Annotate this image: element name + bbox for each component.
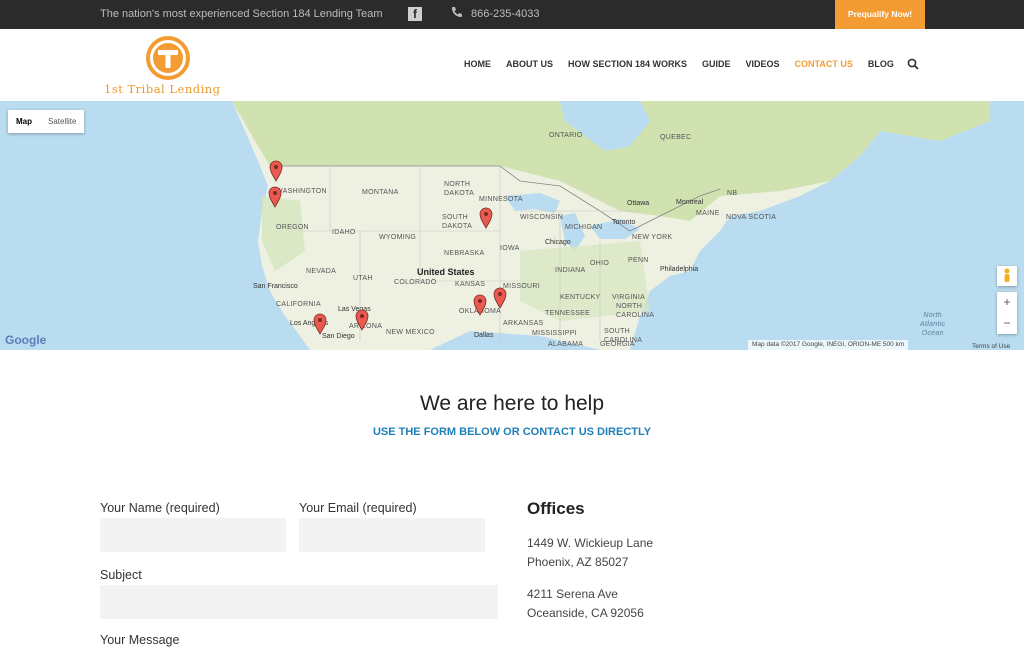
map-type-toggle: Map Satellite — [8, 110, 85, 133]
tagline: The nation's most experienced Section 18… — [100, 8, 383, 20]
offices-title: Offices — [527, 499, 585, 518]
email-field[interactable] — [299, 518, 485, 552]
map-label: CALIFORNIA — [276, 301, 322, 308]
street-view-pegman-icon[interactable] — [997, 266, 1017, 286]
map-label: PENN — [628, 257, 649, 264]
map-label: Dallas — [474, 332, 494, 339]
map-label: MINNESOTA — [479, 196, 523, 203]
search-icon[interactable] — [907, 58, 919, 70]
name-field[interactable] — [100, 518, 286, 552]
email-label: Your Email (required) — [299, 501, 417, 515]
map-label: SOUTH DAKOTA — [442, 214, 473, 230]
office-address: 4211 Serena Ave Oceanside, CA 92056 — [527, 585, 644, 623]
map-label: NEVADA — [306, 268, 337, 275]
office-line2: Phoenix, AZ 85027 — [527, 555, 629, 569]
message-label: Your Message — [100, 633, 180, 647]
nav-guide[interactable]: GUIDE — [702, 59, 731, 73]
map-pin-icon[interactable] — [269, 160, 283, 182]
zoom-out-button[interactable]: − — [997, 313, 1017, 334]
facebook-icon[interactable]: f — [408, 7, 422, 21]
map-label: Toronto — [612, 219, 636, 226]
subject-field[interactable] — [100, 585, 498, 619]
map-label: ARKANSAS — [503, 320, 544, 327]
map-label: NOVA SCOTIA — [726, 214, 777, 221]
map-label: GEORGIA — [600, 341, 635, 348]
map-label: Montreal — [676, 199, 704, 206]
map-label: MONTANA — [362, 189, 399, 196]
subject-label: Subject — [100, 568, 142, 582]
map-label: Chicago — [545, 239, 571, 246]
nav-blog[interactable]: BLOG — [868, 59, 894, 73]
page-subtitle: USE THE FORM BELOW OR CONTACT US DIRECTL… — [372, 426, 652, 438]
map-pin-icon[interactable] — [313, 313, 327, 335]
google-logo[interactable]: Google — [5, 333, 46, 347]
map-label: KENTUCKY — [560, 294, 601, 301]
map-label: NEBRASKA — [444, 250, 485, 257]
map-type-satellite[interactable]: Satellite — [40, 110, 84, 133]
zoom-controls: + − — [997, 292, 1017, 334]
map-label: WYOMING — [379, 234, 417, 241]
map-label: ALABAMA — [548, 341, 584, 348]
office-line2: Oceanside, CA 92056 — [527, 606, 644, 620]
map-label: KANSAS — [455, 281, 486, 288]
map-label: MICHIGAN — [565, 224, 603, 231]
office-line1: 1449 W. Wickieup Lane — [527, 536, 654, 550]
map-label: ONTARIO — [549, 132, 583, 139]
map-canvas — [232, 101, 990, 350]
map-terms-link[interactable]: Terms of Use — [972, 343, 1010, 350]
nav-about-us[interactable]: ABOUT US — [506, 59, 553, 73]
map-label: MISSISSIPPI — [532, 330, 577, 337]
map-label: NORTH CAROLINA — [616, 303, 655, 319]
map-label: IOWA — [500, 245, 520, 252]
map-label: MAINE — [696, 210, 720, 217]
map-label: North Atlantic Ocean — [920, 312, 946, 337]
nav-videos[interactable]: VIDEOS — [746, 59, 780, 73]
map-label: UTAH — [353, 275, 373, 282]
map-pin-icon[interactable] — [479, 207, 493, 229]
map-label: San Francisco — [253, 283, 298, 290]
map-label: NEW YORK — [632, 234, 673, 241]
map-label: VIRGINIA — [612, 294, 646, 301]
nav-how-section-184-works[interactable]: HOW SECTION 184 WORKS — [568, 59, 687, 73]
map-label: IDAHO — [332, 229, 356, 236]
page-title: We are here to help — [419, 392, 605, 415]
map-label: Philadelphia — [660, 266, 699, 273]
map-label: TENNESSEE — [545, 310, 591, 317]
main-nav: HOME ABOUT US HOW SECTION 184 WORKS GUID… — [464, 59, 894, 73]
office-address: 1449 W. Wickieup Lane Phoenix, AZ 85027 — [527, 534, 653, 572]
map-label: MISSOURI — [503, 283, 541, 290]
map-pin-icon[interactable] — [268, 186, 282, 208]
map-label: QUEBEC — [660, 134, 692, 141]
map-type-map[interactable]: Map — [8, 110, 40, 133]
map-label: WASHINGTON — [276, 188, 327, 195]
logo-text[interactable]: 1st Tribal Lending — [104, 82, 221, 96]
map-label: OREGON — [276, 224, 309, 231]
map-embed[interactable]: Map Satellite ONTARIO QUEBEC WASHINGTON … — [0, 101, 1024, 350]
zoom-in-button[interactable]: + — [997, 292, 1017, 313]
map-pin-icon[interactable] — [493, 287, 507, 309]
site-header: 1st Tribal Lending HOME ABOUT US HOW SEC… — [0, 29, 1024, 101]
logo-icon[interactable] — [146, 36, 190, 80]
map-pin-icon[interactable] — [473, 294, 487, 316]
phone-number[interactable]: 866-235-4033 — [471, 8, 540, 20]
map-attribution: Map data ©2017 Google, INEGI, ORION-ME 5… — [748, 340, 909, 350]
office-line1: 4211 Serena Ave — [527, 587, 618, 601]
map-label: NORTH DAKOTA — [444, 181, 475, 197]
phone-icon — [452, 7, 462, 17]
name-label: Your Name (required) — [100, 501, 220, 515]
map-label: COLORADO — [394, 279, 437, 286]
nav-home[interactable]: HOME — [464, 59, 491, 73]
top-bar: The nation's most experienced Section 18… — [0, 0, 1024, 29]
map-label: Ottawa — [627, 200, 650, 207]
map-label: WISCONSIN — [520, 214, 564, 221]
map-label: OHIO — [590, 260, 610, 267]
prequalify-button[interactable]: Prequalify Now! — [835, 0, 925, 29]
map-label: United States — [417, 267, 475, 277]
map-label: NB — [727, 190, 738, 197]
map-label: INDIANA — [555, 267, 586, 274]
map-pin-icon[interactable] — [355, 309, 369, 331]
nav-contact-us[interactable]: CONTACT US — [795, 59, 853, 73]
map-label: NEW MEXICO — [386, 329, 435, 336]
